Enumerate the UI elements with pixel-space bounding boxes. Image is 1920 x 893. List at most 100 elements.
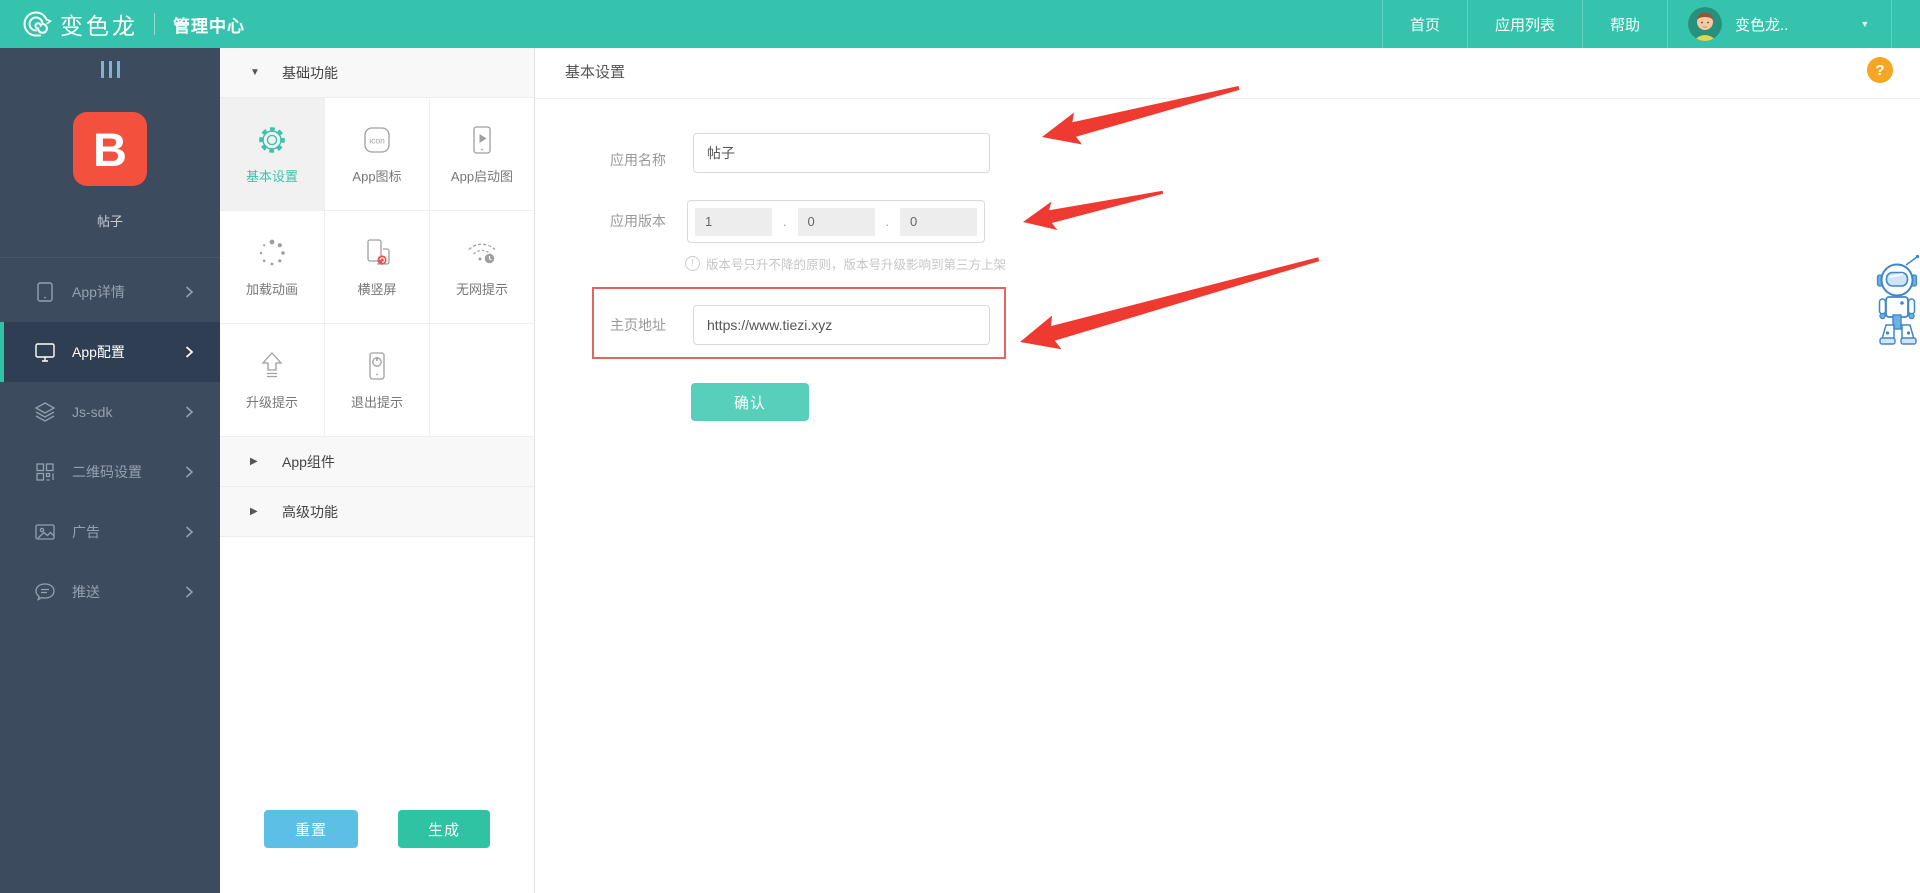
app-name-input[interactable] <box>693 133 990 173</box>
basic-functions-grid: 基本设置 icon App图标 App启动图 加载动画 横竖屏 无网提示 升级提… <box>220 98 534 437</box>
grid-item-orientation[interactable]: 横竖屏 <box>325 211 430 324</box>
help-icon[interactable]: ? <box>1867 57 1893 83</box>
chevron-right-icon <box>182 405 196 419</box>
grid-item-loading-animation[interactable]: 加载动画 <box>220 211 325 324</box>
nav-app-list-label: 应用列表 <box>1494 16 1555 34</box>
user-menu[interactable]: 变色龙.. ▼ <box>1667 0 1892 48</box>
section-advanced-functions[interactable]: ▶ 高级功能 <box>220 487 534 537</box>
config-sidebar: ▼ 基础功能 基本设置 icon App图标 App启动图 加载动画 横竖屏 无… <box>220 48 535 893</box>
homepage-input[interactable] <box>693 305 990 345</box>
topbar-end-spacer <box>1892 0 1920 48</box>
orientation-icon <box>360 236 394 270</box>
sidebar-item-app-config[interactable]: App配置 <box>0 322 220 382</box>
section-app-components[interactable]: ▶ App组件 <box>220 437 534 487</box>
chameleon-logo-icon <box>20 8 53 40</box>
main-content: 基本设置 应用名称 应用版本 . . ! 版本号只升不降的原则，版本号升级影响到… <box>535 48 1920 893</box>
sidebar-item-label: App配置 <box>72 344 125 360</box>
grid-item-empty <box>430 324 534 437</box>
version-patch-input[interactable] <box>900 207 977 236</box>
chevron-right-icon <box>182 465 196 479</box>
version-input-group: . . <box>687 200 985 243</box>
splash-screen-icon <box>465 123 499 157</box>
layers-icon <box>33 400 57 424</box>
section-label: App组件 <box>282 453 335 470</box>
chevron-right-icon <box>182 285 196 299</box>
info-icon: ! <box>685 256 700 271</box>
grid-item-label: 升级提示 <box>245 395 298 410</box>
no-network-icon <box>465 236 499 270</box>
chevron-right-icon <box>182 525 196 539</box>
topbar-section-title: 管理中心 <box>173 16 245 36</box>
sidebar-item-push[interactable]: 推送 <box>0 562 220 622</box>
topbar: 变色龙 管理中心 首页 应用列表 帮助 变色龙.. ▼ <box>0 0 1920 48</box>
version-field-label: 应用版本 <box>610 213 666 229</box>
section-label: 高级功能 <box>282 503 338 520</box>
sidebar-menu: App详情 App配置 Js-sdk 二维码设置 广告 推送 <box>0 262 220 622</box>
generate-button[interactable]: 生成 <box>398 810 490 848</box>
reset-button[interactable]: 重置 <box>264 810 358 848</box>
grid-item-app-icon[interactable]: icon App图标 <box>325 98 430 211</box>
exit-power-icon <box>360 349 394 383</box>
avatar <box>1688 7 1722 41</box>
sidebar-item-qrcode[interactable]: 二维码设置 <box>0 442 220 502</box>
caret-right-icon: ▶ <box>250 456 258 467</box>
section-basic-functions[interactable]: ▼ 基础功能 <box>220 48 534 98</box>
sidebar-divider <box>0 257 220 258</box>
grid-item-label: 横竖屏 <box>357 282 397 297</box>
collapse-menu-icon[interactable] <box>0 48 220 90</box>
confirm-button[interactable]: 确认 <box>691 383 809 421</box>
app-badge-letter: B <box>93 122 127 176</box>
app-icon-box-icon: icon <box>360 123 394 157</box>
grid-item-label: 基本设置 <box>245 169 298 184</box>
chevron-right-icon <box>182 345 196 359</box>
grid-item-exit-prompt[interactable]: 退出提示 <box>325 324 430 437</box>
page-title: 基本设置 <box>565 64 626 81</box>
grid-item-splash-screen[interactable]: App启动图 <box>430 98 534 211</box>
sidebar-actions: 重置 生成 <box>220 810 534 848</box>
nav-home-label: 首页 <box>1409 16 1440 34</box>
grid-item-basic-settings[interactable]: 基本设置 <box>220 98 325 211</box>
caret-down-icon: ▼ <box>1860 19 1870 29</box>
caret-down-icon: ▼ <box>250 67 260 78</box>
sidebar-item-label: 广告 <box>72 524 100 540</box>
grid-item-upgrade-prompt[interactable]: 升级提示 <box>220 324 325 437</box>
app-name-field-label: 应用名称 <box>610 152 666 168</box>
topbar-divider <box>154 13 155 35</box>
nav-home[interactable]: 首页 <box>1381 0 1467 48</box>
qrcode-icon <box>33 460 57 484</box>
sidebar-item-ads[interactable]: 广告 <box>0 502 220 562</box>
nav-app-list[interactable]: 应用列表 <box>1466 0 1582 48</box>
version-hint: ! 版本号只升不降的原则，版本号升级影响到第三方上架 <box>685 254 1006 273</box>
app-detail-icon <box>33 280 57 304</box>
nav-help[interactable]: 帮助 <box>1581 0 1667 48</box>
version-dot: . <box>885 214 890 229</box>
sidebar-item-app-detail[interactable]: App详情 <box>0 262 220 322</box>
sidebar-item-label: Js-sdk <box>72 404 113 420</box>
section-label: 基础功能 <box>282 64 338 81</box>
grid-item-no-network[interactable]: 无网提示 <box>430 211 534 324</box>
sidebar-item-label: App详情 <box>72 284 125 300</box>
grid-item-label: App启动图 <box>450 169 514 184</box>
brand-name: 变色龙 <box>60 13 138 39</box>
app-config-icon <box>33 340 57 364</box>
version-major-input[interactable] <box>695 207 772 236</box>
app-badge[interactable]: B <box>73 112 147 186</box>
version-minor-input[interactable] <box>797 207 875 236</box>
upgrade-arrow-icon <box>255 349 289 383</box>
title-divider <box>535 98 1920 99</box>
sidebar-item-jssdk[interactable]: Js-sdk <box>0 382 220 442</box>
astronaut-mascot[interactable] <box>1876 251 1920 348</box>
caret-right-icon: ▶ <box>250 506 258 517</box>
grid-item-label: 加载动画 <box>245 282 298 297</box>
version-hint-text: 版本号只升不降的原则，版本号升级影响到第三方上架 <box>706 258 1007 272</box>
homepage-field-label: 主页地址 <box>610 317 666 333</box>
chat-bubble-icon <box>33 580 57 604</box>
app-name-label: 帖子 <box>96 214 123 229</box>
sidebar-item-label: 推送 <box>72 584 100 600</box>
username: 变色龙.. <box>1735 16 1789 34</box>
topbar-brand-group: 变色龙 管理中心 <box>0 7 245 41</box>
chevron-right-icon <box>182 585 196 599</box>
app-sidebar: B 帖子 App详情 App配置 Js-sdk 二维码设置 广告 推送 <box>0 48 220 893</box>
grid-item-label: 退出提示 <box>350 395 403 410</box>
topbar-nav: 首页 应用列表 帮助 变色龙.. ▼ <box>1381 0 1920 48</box>
